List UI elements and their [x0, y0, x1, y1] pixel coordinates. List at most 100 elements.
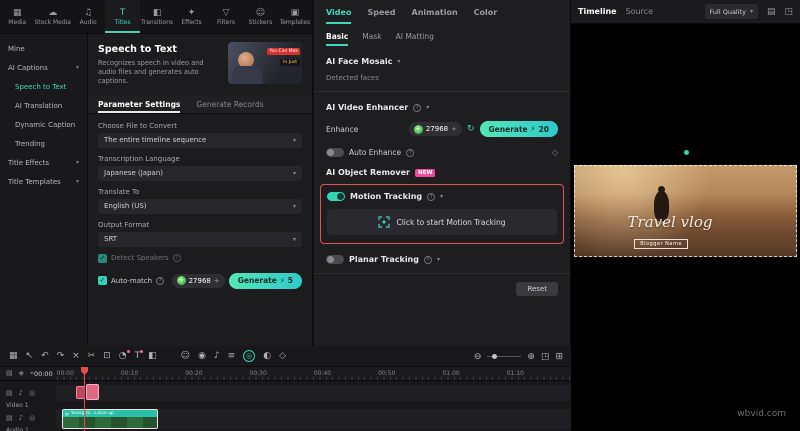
person-icon[interactable]: ☺ [181, 351, 190, 361]
auto-enhance-toggle[interactable] [326, 148, 344, 157]
tab-parameter-settings[interactable]: Parameter Settings [98, 96, 180, 113]
tab-animation[interactable]: Animation [412, 0, 458, 24]
generate-button[interactable]: Generate ⚡ 5 [228, 272, 302, 289]
snap-icon[interactable]: ◈ [19, 369, 24, 378]
add-track-icon[interactable]: ⊞ [555, 352, 563, 362]
tab-generate-records[interactable]: Generate Records [196, 96, 263, 113]
sidebar-item-dynamic-caption[interactable]: Dynamic Caption [0, 115, 87, 134]
ai-face-mosaic-section[interactable]: AI Face Mosaic ▾ [326, 57, 558, 66]
video-clip[interactable]: ▤ Young ro...Close up [62, 409, 158, 429]
dropdown[interactable]: SRT ▾ [98, 231, 302, 247]
pointer-icon[interactable]: ↖ [26, 351, 34, 361]
quality-selector[interactable]: Full Quality ▾ [704, 4, 758, 19]
eye-icon[interactable]: ◎ [29, 389, 35, 397]
mute-icon[interactable]: ♪ [19, 389, 23, 397]
chevron-down-icon[interactable]: ▾ [437, 256, 440, 263]
tab-speed[interactable]: Speed [367, 0, 395, 24]
keyframe-icon[interactable]: ◇ [552, 148, 558, 157]
help-icon[interactable]: ? [413, 103, 422, 112]
delete-icon[interactable]: × [72, 351, 80, 361]
sidebar-item-speech-to-text[interactable]: Speech to Text [0, 77, 87, 96]
zoom-slider[interactable] [487, 354, 522, 359]
subtab-basic[interactable]: Basic [326, 26, 348, 46]
tab-filters[interactable]: ▽ Filters [209, 0, 243, 33]
subtitle-overlay-text[interactable]: Blogger Name [634, 238, 688, 249]
snapshot-icon[interactable]: ▤ [767, 7, 776, 17]
tab-stock-media[interactable]: ☁ Stock Media [34, 0, 71, 33]
help-icon[interactable]: ? [406, 148, 415, 157]
start-motion-tracking-button[interactable]: Click to start Motion Tracking [327, 209, 557, 235]
subtab-mask[interactable]: Mask [362, 26, 381, 46]
track-type-icon[interactable]: ▤ [6, 414, 13, 422]
track-manage-icon[interactable]: ▤ [6, 369, 13, 378]
tab-video[interactable]: Video [326, 0, 351, 24]
reset-button[interactable]: Reset [516, 282, 558, 296]
track-type-icon[interactable]: ▤ [6, 389, 13, 397]
speed-icon[interactable]: ◔ [119, 349, 130, 361]
mask-icon[interactable]: ◧ [148, 351, 157, 361]
sidebar-item-trending[interactable]: Trending [0, 134, 87, 153]
eq-icon[interactable]: ≡ [228, 351, 236, 361]
tab-titles[interactable]: T Titles [105, 0, 140, 33]
title-overlay-text[interactable]: Travel vlog [628, 213, 713, 231]
crop-icon[interactable]: ⊡ [103, 351, 111, 361]
refresh-icon[interactable]: ↻ [467, 124, 475, 134]
help-icon[interactable]: ? [156, 276, 165, 285]
zoom-in-icon[interactable]: ⊕ [527, 352, 535, 362]
detect-speakers-checkbox[interactable]: ✓ [98, 253, 107, 263]
zoom-out-icon[interactable]: ⊖ [474, 352, 482, 362]
undo-icon[interactable]: ↶ [41, 351, 49, 361]
dropdown[interactable]: The entire timeline sequence ▾ [98, 132, 302, 148]
mic-icon[interactable]: ♪ [214, 351, 220, 361]
planar-tracking-toggle[interactable] [326, 255, 344, 264]
record-icon[interactable]: ◉ [198, 351, 206, 361]
tab-effects[interactable]: ✦ Effects [174, 0, 208, 33]
help-icon[interactable]: ? [423, 255, 432, 264]
rotate-handle[interactable] [683, 150, 689, 155]
chevron-down-icon[interactable]: ▾ [426, 104, 429, 111]
caption-track-lane[interactable] [56, 385, 571, 401]
tab-stickers[interactable]: ☺ Stickers [243, 0, 277, 33]
chroma-key-icon[interactable]: ◐ [263, 351, 271, 361]
expand-icon[interactable]: ◳ [784, 7, 793, 17]
mute-icon[interactable]: ♪ [19, 414, 23, 422]
sidebar-item-mine[interactable]: Mine [0, 39, 87, 58]
promo-thumbnail[interactable]: You Can Mak In Just [228, 42, 302, 84]
credits-balance[interactable]: + 27968 + [408, 122, 462, 136]
tracking-icon[interactable]: ◎ [243, 350, 256, 362]
credits-balance[interactable]: + 27968 + [171, 273, 225, 288]
sidebar-item-title-templates[interactable]: Title Templates ▾ [0, 172, 87, 191]
tab-color[interactable]: Color [474, 0, 498, 24]
tab-audio[interactable]: ♫ Audio [71, 0, 105, 33]
fit-timeline-icon[interactable]: ◳ [541, 352, 550, 362]
tab-source[interactable]: Source [626, 7, 653, 16]
auto-match-checkbox[interactable]: ✓ [98, 276, 107, 286]
help-icon[interactable]: ? [427, 192, 436, 201]
layout-grid-icon[interactable]: ▦ [9, 351, 18, 361]
text-tool-icon[interactable]: T [135, 349, 143, 361]
sidebar-item-ai-translation[interactable]: AI Translation [0, 96, 87, 115]
video-frame[interactable]: Travel vlog Blogger Name [574, 150, 797, 257]
ai-object-remover-section[interactable]: AI Object Remover NEW [326, 168, 558, 177]
split-icon[interactable]: ✂ [88, 351, 96, 361]
tab-media[interactable]: ▦ Media [0, 0, 34, 33]
enhance-generate-button[interactable]: Generate ⚡ 20 [479, 121, 558, 137]
motion-tracking-toggle[interactable] [327, 192, 345, 201]
help-icon[interactable]: ? [172, 254, 181, 263]
redo-icon[interactable]: ↷ [57, 351, 65, 361]
ai-video-enhancer-section[interactable]: AI Video Enhancer ? ▾ [326, 103, 558, 112]
tab-transitions[interactable]: ◧ Transitions [140, 0, 174, 33]
chevron-down-icon[interactable]: ▾ [397, 58, 400, 65]
marker-icon[interactable]: ◇ [279, 351, 286, 361]
dropdown[interactable]: English (US) ▾ [98, 198, 302, 214]
tab-templates[interactable]: ▣ Templates [278, 0, 312, 33]
sidebar-item-title-effects[interactable]: Title Effects ▾ [0, 153, 87, 172]
eye-icon[interactable]: ◎ [29, 414, 35, 422]
sidebar-item-ai-captions[interactable]: AI Captions ▾ [0, 58, 87, 77]
tab-timeline[interactable]: Timeline [578, 7, 617, 16]
chevron-down-icon[interactable]: ▾ [440, 193, 443, 200]
caption-clip[interactable] [86, 384, 99, 400]
subtab-ai-matting[interactable]: AI Matting [396, 26, 434, 46]
dropdown[interactable]: Japanese (Japan) ▾ [98, 165, 302, 181]
playhead[interactable] [84, 367, 85, 431]
